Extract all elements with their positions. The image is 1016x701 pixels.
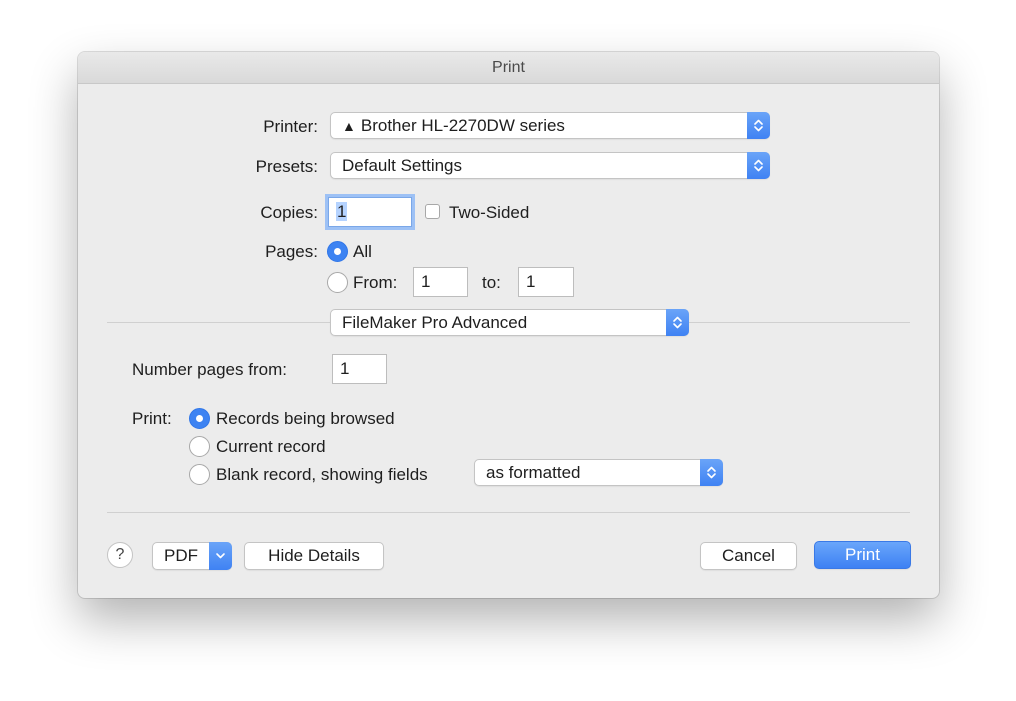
print-button[interactable]: Print [814, 541, 911, 569]
blank-record-label: Blank record, showing fields [216, 465, 428, 484]
blank-format-popup[interactable]: as formatted [474, 459, 723, 486]
current-record-radio[interactable] [189, 436, 210, 457]
printer-popup[interactable]: ▲ Brother HL-2270DW series [330, 112, 770, 139]
chevron-updown-icon [700, 459, 723, 486]
warning-icon: ▲ [342, 118, 356, 134]
records-browsed-radio[interactable] [189, 408, 210, 429]
presets-value: Default Settings [342, 156, 463, 175]
chevron-down-icon [209, 542, 232, 570]
pages-from-label: From: [353, 273, 398, 292]
chevron-updown-icon [747, 152, 770, 179]
cancel-button[interactable]: Cancel [700, 542, 797, 570]
blank-format-value: as formatted [486, 463, 581, 482]
printer-label: Printer: [263, 117, 318, 136]
copies-field[interactable]: 1 [328, 197, 412, 227]
current-record-label: Current record [216, 437, 326, 456]
printer-value: Brother HL-2270DW series [360, 116, 565, 135]
section-popup-value: FileMaker Pro Advanced [342, 313, 528, 332]
copies-value: 1 [336, 202, 348, 221]
copies-label: Copies: [260, 203, 318, 222]
records-browsed-label: Records being browsed [216, 409, 395, 428]
section-popup[interactable]: FileMaker Pro Advanced [330, 309, 689, 336]
separator [107, 512, 910, 513]
number-pages-field[interactable]: 1 [332, 354, 387, 384]
pages-from-radio[interactable] [327, 272, 348, 293]
two-sided-checkbox[interactable] [425, 204, 440, 219]
chevron-updown-icon [747, 112, 770, 139]
presets-label: Presets: [255, 157, 318, 176]
pages-all-label: All [353, 242, 372, 261]
pdf-menu-button[interactable]: PDF [152, 542, 232, 570]
number-pages-label: Number pages from: [132, 360, 287, 379]
hide-details-button[interactable]: Hide Details [244, 542, 384, 570]
pages-all-radio[interactable] [327, 241, 348, 262]
pages-to-field[interactable]: 1 [518, 267, 574, 297]
pdf-label: PDF [164, 546, 198, 565]
blank-record-radio[interactable] [189, 464, 210, 485]
print-dialog: Print Printer: ▲ Brother HL-2270DW series… [78, 52, 939, 598]
pages-label: Pages: [265, 242, 318, 261]
two-sided-label: Two-Sided [449, 203, 530, 222]
help-button[interactable]: ? [107, 542, 133, 568]
pages-from-field[interactable]: 1 [413, 267, 468, 297]
pages-to-label: to: [482, 273, 501, 292]
presets-popup[interactable]: Default Settings [330, 152, 770, 179]
print-options-label: Print: [132, 409, 172, 428]
chevron-updown-icon [666, 309, 689, 336]
window-title: Print [78, 52, 939, 84]
